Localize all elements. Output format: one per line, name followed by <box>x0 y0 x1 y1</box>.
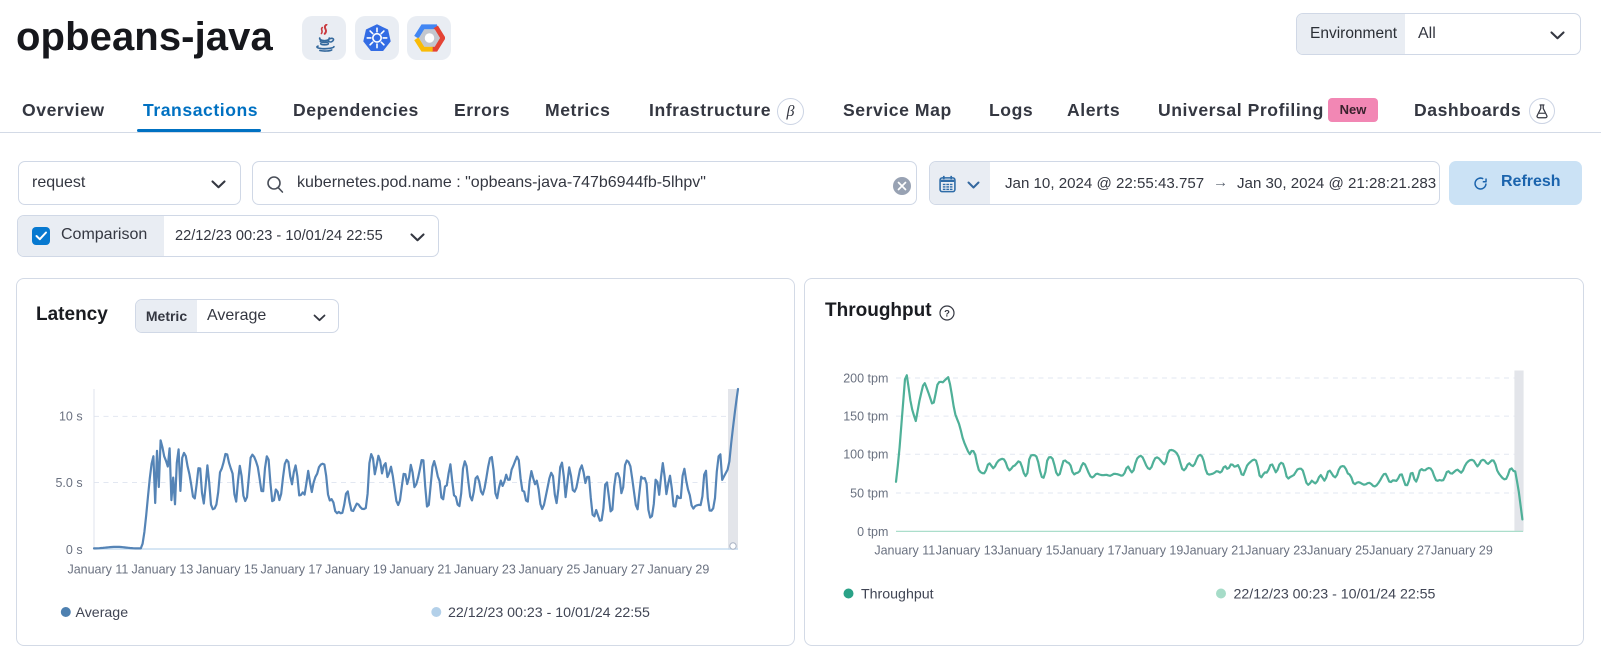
svg-text:January 15: January 15 <box>998 543 1060 557</box>
svg-text:January 29: January 29 <box>647 562 709 576</box>
svg-text:January 13: January 13 <box>936 543 998 557</box>
svg-text:January 29: January 29 <box>1431 543 1493 557</box>
svg-text:22/12/23 00:23 - 10/01/24 22:5: 22/12/23 00:23 - 10/01/24 22:55 <box>448 605 650 621</box>
svg-text:5.0 s: 5.0 s <box>55 476 82 490</box>
svg-text:January 25: January 25 <box>1307 543 1369 557</box>
svg-text:January 21: January 21 <box>389 562 451 576</box>
svg-text:January 21: January 21 <box>1183 543 1245 557</box>
svg-text:January 23: January 23 <box>1245 543 1307 557</box>
svg-text:January 17: January 17 <box>1060 543 1122 557</box>
svg-text:January 11: January 11 <box>874 543 935 557</box>
svg-text:10 s: 10 s <box>59 410 83 424</box>
svg-text:150 tpm: 150 tpm <box>843 409 888 423</box>
svg-text:Throughput: Throughput <box>861 587 934 603</box>
svg-text:January 23: January 23 <box>454 562 516 576</box>
svg-text:100 tpm: 100 tpm <box>843 448 888 462</box>
svg-text:January 15: January 15 <box>196 562 258 576</box>
svg-text:0 tpm: 0 tpm <box>857 525 888 539</box>
svg-text:200 tpm: 200 tpm <box>843 371 888 385</box>
svg-text:January 11: January 11 <box>67 562 128 576</box>
svg-text:50 tpm: 50 tpm <box>850 486 888 500</box>
svg-text:Average: Average <box>76 605 129 621</box>
svg-text:January 13: January 13 <box>131 562 193 576</box>
svg-text:22/12/23 00:23 - 10/01/24 22:5: 22/12/23 00:23 - 10/01/24 22:55 <box>1234 587 1436 603</box>
svg-text:0 s: 0 s <box>66 543 83 557</box>
svg-text:January 19: January 19 <box>325 562 387 576</box>
svg-text:January 17: January 17 <box>260 562 322 576</box>
svg-text:January 27: January 27 <box>583 562 645 576</box>
svg-text:January 19: January 19 <box>1121 543 1183 557</box>
svg-text:January 25: January 25 <box>518 562 580 576</box>
svg-text:January 27: January 27 <box>1369 543 1431 557</box>
